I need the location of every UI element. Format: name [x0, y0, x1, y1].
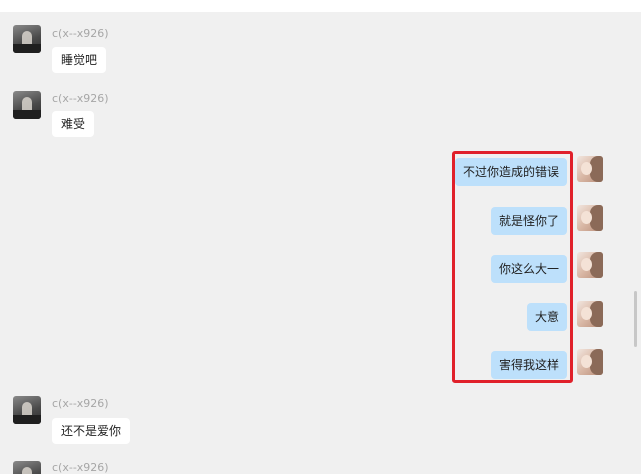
sender-nickname: c(x--x926) — [52, 92, 109, 105]
incoming-message-bubble[interactable]: 难受 — [52, 111, 95, 137]
contact-avatar[interactable] — [13, 396, 41, 424]
self-avatar[interactable] — [577, 252, 603, 278]
highlight-annotation-box — [452, 151, 573, 383]
contact-avatar[interactable] — [13, 461, 41, 474]
scrollbar-thumb[interactable] — [634, 291, 637, 347]
self-avatar[interactable] — [577, 205, 603, 231]
self-avatar[interactable] — [577, 349, 603, 375]
sender-nickname: c(x--x926) — [52, 397, 109, 410]
top-bar — [0, 0, 641, 12]
incoming-message-bubble[interactable]: 还不是爱你 — [52, 418, 131, 444]
self-avatar[interactable] — [577, 301, 603, 327]
incoming-message-bubble[interactable]: 睡觉吧 — [52, 47, 107, 73]
self-avatar[interactable] — [577, 156, 603, 182]
contact-avatar[interactable] — [13, 91, 41, 119]
sender-nickname: c(x--x926) — [52, 27, 109, 40]
contact-avatar[interactable] — [13, 25, 41, 53]
sender-nickname: c(x--x926) — [52, 461, 109, 474]
